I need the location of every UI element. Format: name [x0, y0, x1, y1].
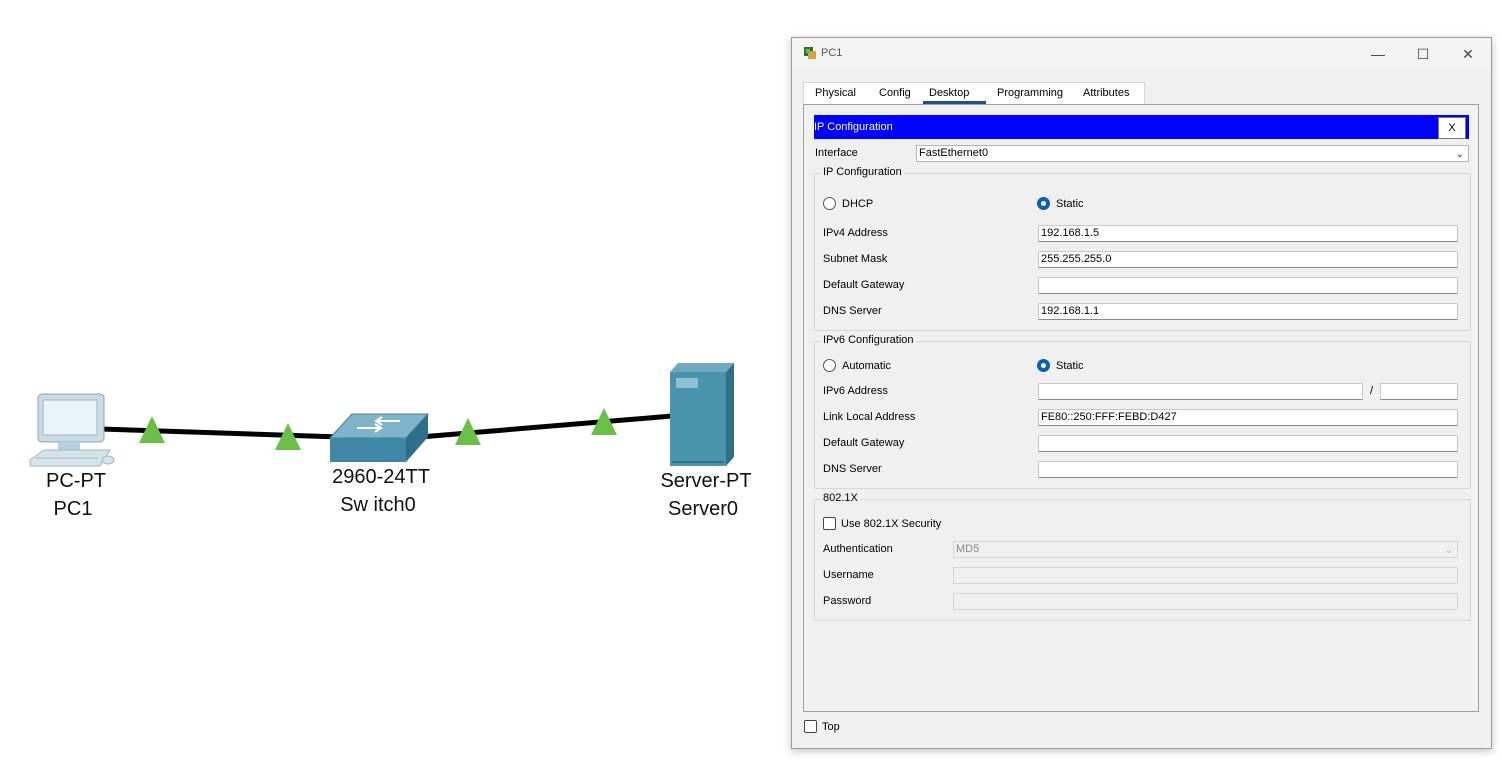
- device-name-server0: Server0: [667, 498, 739, 520]
- username-input[interactable]: [953, 567, 1458, 584]
- window-titlebar[interactable]: PC1 — ☐ ✕: [792, 38, 1491, 69]
- ipv4-static-radio[interactable]: [1037, 197, 1050, 210]
- ipv6-automatic-radio[interactable]: [823, 359, 836, 372]
- ipv6-prefix-separator: /: [1370, 385, 1374, 397]
- subnet-mask-input[interactable]: 255.255.255.0: [1038, 251, 1458, 268]
- ipv6-automatic-label: Automatic: [842, 360, 891, 372]
- link-pc1-switch0[interactable]: [99, 426, 341, 440]
- password-input[interactable]: [953, 593, 1458, 610]
- top-checkbox[interactable]: [804, 720, 817, 733]
- pc1-window: PC1 — ☐ ✕ Physical Config Desktop Progra…: [791, 37, 1492, 749]
- ipv4-default-gateway-input[interactable]: [1038, 277, 1458, 294]
- authentication-value: MD5: [956, 543, 980, 555]
- authentication-label: Authentication: [823, 543, 893, 555]
- interface-label: Interface: [815, 147, 858, 159]
- dhcp-label: DHCP: [842, 198, 874, 210]
- ip-configuration-title: IP Configuration: [814, 121, 893, 133]
- device-name-pc1: PC1: [53, 498, 93, 520]
- desktop-panel: IP Configuration X Interface FastEtherne…: [803, 104, 1479, 712]
- ipv6-dns-server-input[interactable]: [1038, 461, 1458, 478]
- subnet-mask-label: Subnet Mask: [823, 253, 888, 265]
- authentication-select[interactable]: MD5 ⌄: [953, 541, 1458, 558]
- ipv6-prefix-input[interactable]: [1380, 383, 1458, 400]
- username-label: Username: [823, 569, 874, 581]
- tab-desktop[interactable]: Desktop: [923, 82, 986, 104]
- chevron-down-icon: ⌄: [1444, 545, 1453, 556]
- close-window-button[interactable]: ✕: [1448, 43, 1488, 65]
- minimize-button[interactable]: —: [1358, 43, 1398, 65]
- device-name-switch0: Sw itch0: [340, 494, 416, 516]
- topology-canvas[interactable]: [0, 0, 790, 763]
- dhcp-radio[interactable]: [823, 197, 836, 210]
- ipv4-address-input[interactable]: 192.168.1.5: [1038, 225, 1458, 242]
- maximize-button[interactable]: ☐: [1403, 43, 1443, 65]
- ipv4-static-label: Static: [1056, 198, 1084, 210]
- ipv6-dns-server-label: DNS Server: [823, 463, 882, 475]
- ipv6-address-label: IPv6 Address: [823, 385, 888, 397]
- tab-programming[interactable]: Programming: [991, 82, 1069, 104]
- ipv4-address-label: IPv4 Address: [823, 227, 888, 239]
- ipv4-dns-server-input[interactable]: 192.168.1.1: [1038, 303, 1458, 320]
- use-8021x-checkbox[interactable]: [823, 517, 836, 530]
- password-label: Password: [823, 595, 872, 607]
- use-8021x-label: Use 802.1X Security: [841, 518, 942, 530]
- close-app-button[interactable]: X: [1438, 117, 1466, 139]
- ipv4-dns-server-label: DNS Server: [823, 305, 882, 317]
- interface-value: FastEthernet0: [919, 147, 989, 159]
- interface-select[interactable]: FastEthernet0 ⌄: [916, 145, 1469, 162]
- packet-tracer-icon: [804, 47, 816, 59]
- ipv6-static-label: Static: [1056, 360, 1084, 372]
- tab-physical[interactable]: Physical: [809, 82, 862, 104]
- ipv6-default-gateway-input[interactable]: [1038, 435, 1458, 452]
- switch-icon[interactable]: [328, 413, 430, 462]
- server-icon[interactable]: [670, 363, 734, 466]
- ip-configuration-titlebar: IP Configuration X: [814, 115, 1469, 139]
- link-switch0-server0[interactable]: [419, 413, 673, 440]
- ipv4-default-gateway-label: Default Gateway: [823, 279, 905, 291]
- tab-attributes[interactable]: Attributes: [1077, 82, 1135, 104]
- link-local-address-input[interactable]: FE80::250:FFF:FEBD:D427: [1038, 409, 1458, 426]
- device-model-server0: Server-PT: [660, 470, 752, 492]
- dot1x-group-title: 802.1X: [821, 492, 860, 504]
- chevron-down-icon: ⌄: [1455, 149, 1464, 160]
- device-model-switch0: 2960-24TT: [332, 466, 430, 488]
- ipv4-group-title: IP Configuration: [821, 166, 904, 178]
- device-model-pc1: PC-PT: [46, 470, 106, 492]
- link-local-address-label: Link Local Address: [823, 411, 916, 423]
- ipv6-address-input[interactable]: [1038, 383, 1363, 400]
- ipv6-default-gateway-label: Default Gateway: [823, 437, 905, 449]
- tab-config[interactable]: Config: [873, 82, 917, 104]
- pc-icon[interactable]: [29, 393, 115, 467]
- ipv6-group-title: IPv6 Configuration: [821, 334, 916, 346]
- ipv6-static-radio[interactable]: [1037, 359, 1050, 372]
- window-title: PC1: [821, 47, 843, 59]
- top-label: Top: [822, 721, 840, 733]
